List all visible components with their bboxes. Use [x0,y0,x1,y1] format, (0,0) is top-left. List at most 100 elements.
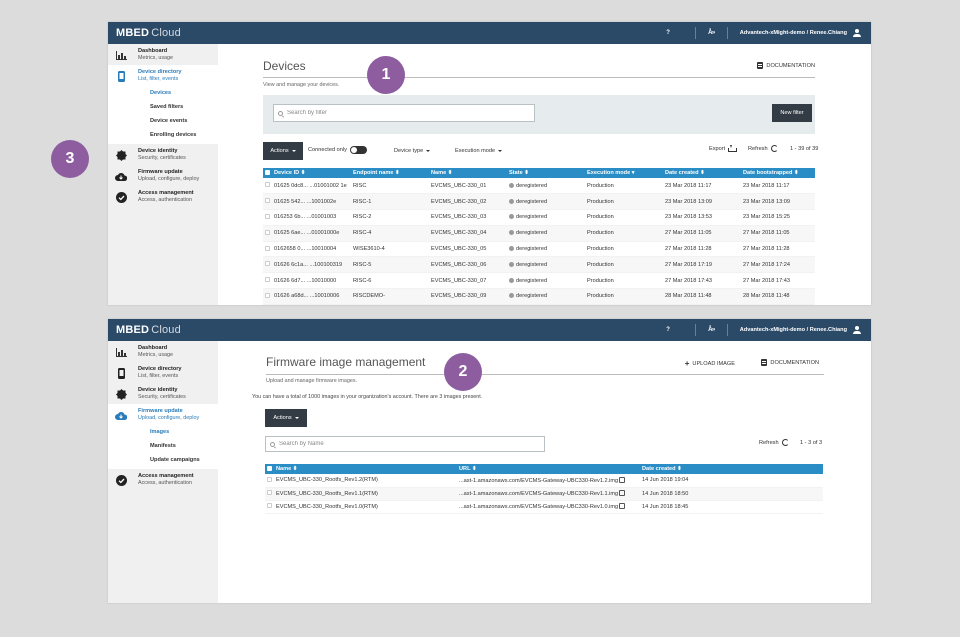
table-row[interactable]: 01626 a68d... ...10010006 RISCDEMO- EVCMS_… [263,288,815,305]
cell-device-id[interactable]: 01626 a68d... ...10010006 [272,288,351,305]
new-filter-button[interactable]: New filter [772,104,812,122]
column-name[interactable]: Name ⬍ [429,168,507,178]
device-type-dropdown[interactable]: Device type [394,148,431,154]
cell-state: deregistered [507,256,585,274]
row-checkbox[interactable] [263,288,272,305]
subnav-saved-filters[interactable]: Saved filters [150,100,218,114]
copy-icon[interactable] [619,490,626,496]
language-icon[interactable]: Å» [708,327,715,333]
column-date-bootstrapped[interactable]: Date bootstrapped ⬍ [741,168,815,178]
sidebar-item-access-management[interactable]: Access management Access, authentication [108,469,218,490]
table-row[interactable]: EVCMS_UBC-330_Rootfs_Rev1.1(RTM) ...ast-1… [265,487,823,501]
sidebar-item-access-management[interactable]: Access management Access, authentication [108,186,218,207]
row-checkbox[interactable] [263,272,272,290]
column-date-created[interactable]: Date created ⬍ [640,464,823,474]
cell-url: ...ast-1.amazonaws.com/EVCMS-Gateway-UBC… [457,474,640,488]
cell-date-bootstrapped: 27 Mar 2018 11:05 [741,225,815,242]
cloud-download-icon [114,408,128,422]
column-device-id[interactable]: Device ID ⬍ [272,168,351,178]
documentation-link[interactable]: DOCUMENTATION [761,359,819,366]
sidebar-item-label: Device directory [138,69,182,75]
sidebar-item-device-directory[interactable]: Device directory List, filter, events [108,65,218,86]
table-row[interactable]: 01625 6ae... ...01001000e RISC-4 EVCMS_UBC… [263,225,815,242]
cell-image-name: EVCMS_UBC-330_Rootfs_Rev1.0(RTM) [274,500,457,514]
column-name[interactable]: Name ⬍ [274,464,457,474]
search-input[interactable] [279,441,544,447]
column-date-created[interactable]: Date created ⬍ [663,168,741,178]
column-endpoint-name[interactable]: Endpoint name ⬍ [351,168,429,178]
row-checkbox[interactable] [265,487,274,501]
column-execution-mode[interactable]: Execution mode ▾ [585,168,663,178]
copy-icon[interactable] [619,503,626,509]
subnav-update-campaigns[interactable]: Update campaigns [150,453,218,467]
row-checkbox[interactable] [263,241,272,258]
cell-execution-mode: Production [585,209,663,226]
export-button[interactable]: Export [709,145,738,152]
table-row[interactable]: 016253 6b... ...01001003 RISC-2 EVCMS_UBC-… [263,209,815,226]
mbed-cloud-logo[interactable]: MBED Cloud [116,324,181,336]
cell-device-id[interactable]: 01625 542... ...1001002e [272,193,351,211]
cell-device-id[interactable]: 0162658 0... ...10010004 [272,241,351,258]
toggle-switch[interactable] [349,146,367,154]
table-row[interactable]: 0162658 0... ...10010004 WISE3610-4 EVCMS_… [263,241,815,258]
user-icon[interactable] [853,29,861,37]
language-icon[interactable]: Å» [708,30,715,36]
cell-device-id[interactable]: 01625 6ae... ...01001000e [272,225,351,242]
table-row[interactable]: 01626 6c1a... ...100100319 RISC-5 EVCMS_UB… [263,256,815,274]
badge-gear-icon [114,387,128,401]
row-checkbox[interactable] [265,474,274,488]
table-row[interactable]: 01625 0dc8... ...01001002 1e RISC EVCMS_UB… [263,178,815,195]
row-checkbox[interactable] [265,500,274,514]
status-dot-icon [509,230,514,236]
search-field[interactable] [273,104,535,122]
actions-button[interactable]: Actions [263,142,303,160]
help-button[interactable]: ? [653,327,683,333]
subnav-enrolling-devices[interactable]: Enrolling devices [150,128,218,142]
sidebar-item-device-identity[interactable]: Device identity Security, certificates [108,144,218,165]
cell-device-id[interactable]: 016253 6b... ...01001003 [272,209,351,226]
refresh-button[interactable]: Refresh [759,439,789,446]
sidebar-item-device-identity[interactable]: Device identity Security, certificates [108,383,218,404]
column-url[interactable]: URL ⬍ [457,464,640,474]
table-row[interactable]: 01626 6d7... ...10010000 RISC-6 EVCMS_UBC-… [263,272,815,290]
column-state[interactable]: State ⬍ [507,168,585,178]
row-checkbox[interactable] [263,193,272,211]
row-checkbox[interactable] [263,225,272,242]
account-name[interactable]: Advantech-xMight-demo / Renee.Chiang [740,327,847,333]
connected-only-toggle[interactable]: Connected only [308,146,367,154]
select-all-checkbox[interactable] [265,464,274,474]
upload-image-button[interactable]: + UPLOAD IMAGE [685,359,735,368]
select-all-checkbox[interactable] [263,168,272,178]
cell-endpoint-name: RISC-6 [351,272,429,290]
subnav-manifests[interactable]: Manifests [150,439,218,453]
subnav-device-events[interactable]: Device events [150,114,218,128]
sidebar-item-firmware-update[interactable]: Firmware update Upload, configure, deploy [108,165,218,186]
documentation-link[interactable]: DOCUMENTATION [757,62,815,69]
sidebar-item-firmware-update[interactable]: Firmware update Upload, configure, deploy [108,404,218,425]
cell-device-id[interactable]: 01626 6d7... ...10010000 [272,272,351,290]
actions-button[interactable]: Actions [265,409,307,427]
user-icon[interactable] [853,326,861,334]
sidebar-item-dashboard[interactable]: Dashboard Metrics, usage [108,44,218,65]
copy-icon[interactable] [619,476,626,483]
sidebar-item-device-directory[interactable]: Device directory List, filter, events [108,362,218,383]
check-circle-icon [114,473,128,487]
account-name[interactable]: Advantech-xMight-demo / Renee.Chiang [740,30,847,36]
sidebar-item-dashboard[interactable]: Dashboard Metrics, usage [108,341,218,362]
mbed-cloud-logo[interactable]: MBED Cloud [116,27,181,39]
cell-device-id[interactable]: 01625 0dc8... ...01001002 1e [272,178,351,195]
table-row[interactable]: EVCMS_UBC-330_Rootfs_Rev1.0(RTM) ...ast-1… [265,500,823,514]
help-button[interactable]: ? [653,30,683,36]
cell-device-id[interactable]: 01626 6c1a... ...100100319 [272,256,351,274]
row-checkbox[interactable] [263,256,272,274]
row-checkbox[interactable] [263,209,272,226]
subnav-images[interactable]: Images [150,425,218,439]
execution-mode-dropdown[interactable]: Execution mode [455,148,503,154]
table-row[interactable]: EVCMS_UBC-330_Rootfs_Rev1.2(RTM) ...ast-1… [265,474,823,488]
row-checkbox[interactable] [263,178,272,195]
table-row[interactable]: 01625 542... ...1001002e RISC-1 EVCMS_UBC-… [263,193,815,211]
refresh-button[interactable]: Refresh [748,145,778,152]
search-field[interactable] [265,436,545,452]
search-input[interactable] [287,110,534,116]
subnav-devices[interactable]: Devices [150,86,218,100]
